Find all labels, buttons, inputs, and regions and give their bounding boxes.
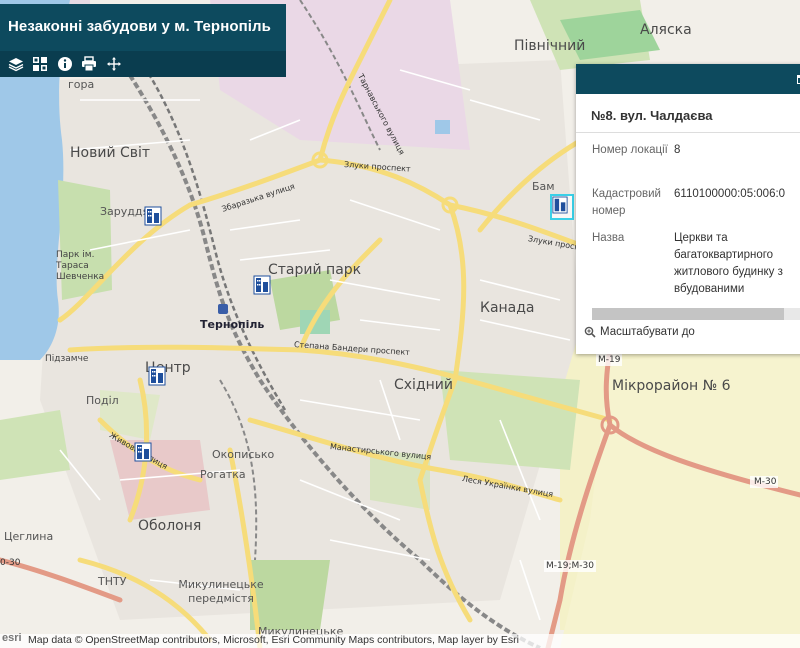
layers-button[interactable] [6,54,26,74]
place-label: Цеглина [4,530,54,543]
district-label: Бам [532,180,555,193]
about-button[interactable] [55,54,75,74]
place-label: Парк ім. Тараса Шевченка [56,250,105,282]
illegal-building-marker[interactable] [144,206,162,226]
feature-popup: №8. вул. Чалдаєва Номер локації 8 Кадаст… [576,64,800,354]
illegal-building-marker[interactable] [134,442,152,462]
station-label: Тернопіль [200,318,265,331]
scrollbar-thumb[interactable] [592,308,784,320]
attribution-text: Map data © OpenStreetMap contributors, M… [28,634,519,646]
print-button[interactable] [79,54,99,74]
field-value: Церкви та багатоквартирного житлового бу… [674,232,783,295]
district-label: Північний [514,38,586,54]
route-label: 0-30 [0,558,21,568]
place-label: Микулинецьке передмістя [178,578,264,605]
route-label: M-19;M-30 [546,561,594,571]
field-value: 6110100000:05:006:0 [674,188,786,200]
illegal-building-marker[interactable] [148,366,166,386]
esri-logo[interactable]: esri [2,632,22,644]
toolbar [0,51,286,77]
route-label: M-19 [598,355,621,365]
popup-title: №8. вул. Чалдаєва [591,108,713,123]
district-label: Заруддя [100,205,150,218]
app-header: Незаконні забудови у м. Тернопіль [0,4,286,77]
field-value: 8 [674,144,681,156]
basemap-gallery-icon [33,57,47,71]
route-label: M-30 [754,477,777,487]
horizontal-scrollbar[interactable] [592,308,800,320]
district-label: Канада [480,300,535,316]
print-icon [82,56,96,72]
popup-divider [576,132,800,133]
train-station-icon [218,304,228,314]
zoom-to-link[interactable]: Масштабувати до [584,326,695,338]
layers-icon [8,58,24,72]
illegal-building-marker[interactable] [253,275,271,295]
place-label: ТНТУ [98,575,127,588]
selected-building-marker[interactable] [550,194,574,220]
basemap-gallery-button[interactable] [30,54,50,74]
field-label: Номер локації [592,144,668,156]
popup-header [576,64,800,94]
district-label: Східний [394,377,453,393]
map-attribution: esri Map data © OpenStreetMap contributo… [0,632,800,648]
district-label: Мікрорайон № 6 [612,378,731,394]
field-label: Назва [592,232,625,244]
place-label: Поділ [86,394,119,407]
pan-button[interactable] [104,54,124,74]
place-label: Рогатка [200,468,246,481]
zoom-to-label: Масштабувати до [600,326,695,338]
place-label: гора [68,78,95,91]
district-label: Новий Світ [70,145,151,161]
district-label: Оболоня [138,518,202,534]
pan-move-icon [107,57,121,71]
district-label: Старий парк [268,262,362,278]
place-label: Окописько [212,448,275,461]
field-label: Кадастровий номер [592,188,661,217]
app-title: Незаконні забудови у м. Тернопіль [8,18,271,35]
info-icon [58,57,72,71]
zoom-magnifier-icon [584,326,596,338]
place-label: Підзамче [45,354,89,364]
district-label: Аляска [640,22,692,38]
